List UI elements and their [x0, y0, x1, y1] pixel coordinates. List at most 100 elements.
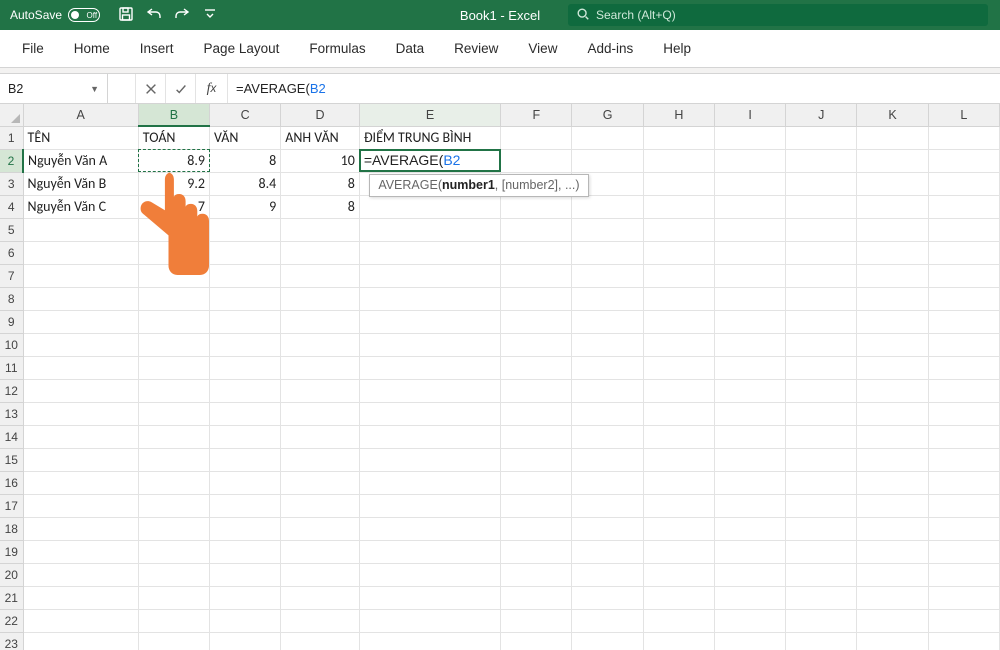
- cell-C22[interactable]: [210, 609, 281, 632]
- cell-E10[interactable]: [359, 333, 500, 356]
- cell-F2[interactable]: [501, 149, 572, 172]
- cell-C1[interactable]: VĂN: [210, 126, 281, 149]
- cell-K2[interactable]: [857, 149, 928, 172]
- cell-F9[interactable]: [501, 310, 572, 333]
- cell-J13[interactable]: [786, 402, 857, 425]
- cell-L9[interactable]: [928, 310, 999, 333]
- cell-C14[interactable]: [210, 425, 281, 448]
- row-header-9[interactable]: 9: [0, 310, 23, 333]
- cell-D9[interactable]: [281, 310, 360, 333]
- cell-H6[interactable]: [643, 241, 714, 264]
- cell-K17[interactable]: [857, 494, 928, 517]
- cell-F20[interactable]: [501, 563, 572, 586]
- cell-G11[interactable]: [572, 356, 643, 379]
- cell-F21[interactable]: [501, 586, 572, 609]
- cell-H14[interactable]: [643, 425, 714, 448]
- cell-J5[interactable]: [786, 218, 857, 241]
- cell-H16[interactable]: [643, 471, 714, 494]
- cell-A2[interactable]: Nguyễn Văn A: [23, 149, 138, 172]
- cell-C15[interactable]: [210, 448, 281, 471]
- cell-D14[interactable]: [281, 425, 360, 448]
- cell-E7[interactable]: [359, 264, 500, 287]
- row-header-1[interactable]: 1: [0, 126, 23, 149]
- cell-I1[interactable]: [714, 126, 785, 149]
- cell-L18[interactable]: [928, 517, 999, 540]
- cell-H19[interactable]: [643, 540, 714, 563]
- row-header-21[interactable]: 21: [0, 586, 23, 609]
- column-header-L[interactable]: L: [928, 104, 999, 126]
- cell-L11[interactable]: [928, 356, 999, 379]
- cell-G15[interactable]: [572, 448, 643, 471]
- cell-D12[interactable]: [281, 379, 360, 402]
- cell-A3[interactable]: Nguyễn Văn B: [23, 172, 138, 195]
- cell-E21[interactable]: [359, 586, 500, 609]
- cell-G2[interactable]: [572, 149, 643, 172]
- cell-F6[interactable]: [501, 241, 572, 264]
- cell-B6[interactable]: [138, 241, 209, 264]
- row-header-12[interactable]: 12: [0, 379, 23, 402]
- cell-K22[interactable]: [857, 609, 928, 632]
- undo-icon[interactable]: [146, 6, 162, 25]
- enter-formula-button[interactable]: [166, 74, 196, 103]
- cell-E22[interactable]: [359, 609, 500, 632]
- cell-I6[interactable]: [714, 241, 785, 264]
- cell-J1[interactable]: [786, 126, 857, 149]
- cell-A10[interactable]: [23, 333, 138, 356]
- cell-A16[interactable]: [23, 471, 138, 494]
- cell-A22[interactable]: [23, 609, 138, 632]
- cell-A4[interactable]: Nguyễn Văn C: [23, 195, 138, 218]
- cell-G7[interactable]: [572, 264, 643, 287]
- row-header-13[interactable]: 13: [0, 402, 23, 425]
- cell-H1[interactable]: [643, 126, 714, 149]
- ribbon-tab-page-layout[interactable]: Page Layout: [204, 41, 280, 56]
- cell-L1[interactable]: [928, 126, 999, 149]
- cell-A21[interactable]: [23, 586, 138, 609]
- cell-J10[interactable]: [786, 333, 857, 356]
- cell-D13[interactable]: [281, 402, 360, 425]
- chevron-down-icon[interactable]: ▼: [90, 84, 99, 94]
- cell-D3[interactable]: 8: [281, 172, 360, 195]
- cell-I21[interactable]: [714, 586, 785, 609]
- cell-E4[interactable]: [359, 195, 500, 218]
- cell-F15[interactable]: [501, 448, 572, 471]
- cell-I23[interactable]: [714, 632, 785, 650]
- column-header-K[interactable]: K: [857, 104, 928, 126]
- cell-J14[interactable]: [786, 425, 857, 448]
- cell-E1[interactable]: ĐIỂM TRUNG BÌNH: [359, 126, 500, 149]
- cell-A17[interactable]: [23, 494, 138, 517]
- cell-J15[interactable]: [786, 448, 857, 471]
- autosave-switch[interactable]: Off: [68, 8, 100, 22]
- cell-K4[interactable]: [857, 195, 928, 218]
- row-header-16[interactable]: 16: [0, 471, 23, 494]
- cell-L3[interactable]: [928, 172, 999, 195]
- cell-K19[interactable]: [857, 540, 928, 563]
- cell-K1[interactable]: [857, 126, 928, 149]
- row-header-4[interactable]: 4: [0, 195, 23, 218]
- cell-C13[interactable]: [210, 402, 281, 425]
- cell-A6[interactable]: [23, 241, 138, 264]
- cell-H3[interactable]: [643, 172, 714, 195]
- cell-B4[interactable]: 7: [138, 195, 209, 218]
- select-all-corner[interactable]: [0, 104, 23, 126]
- cell-I7[interactable]: [714, 264, 785, 287]
- cell-J3[interactable]: [786, 172, 857, 195]
- cell-L7[interactable]: [928, 264, 999, 287]
- cell-B14[interactable]: [138, 425, 209, 448]
- cell-I4[interactable]: [714, 195, 785, 218]
- cell-K3[interactable]: [857, 172, 928, 195]
- cell-H21[interactable]: [643, 586, 714, 609]
- cell-C3[interactable]: 8.4: [210, 172, 281, 195]
- cell-B15[interactable]: [138, 448, 209, 471]
- ribbon-tab-data[interactable]: Data: [396, 41, 425, 56]
- cell-K7[interactable]: [857, 264, 928, 287]
- autosave-toggle[interactable]: AutoSave Off: [0, 8, 110, 22]
- column-header-C[interactable]: C: [210, 104, 281, 126]
- cell-H8[interactable]: [643, 287, 714, 310]
- cell-E17[interactable]: [359, 494, 500, 517]
- cell-A9[interactable]: [23, 310, 138, 333]
- cell-H11[interactable]: [643, 356, 714, 379]
- cell-J9[interactable]: [786, 310, 857, 333]
- cell-F10[interactable]: [501, 333, 572, 356]
- cell-G13[interactable]: [572, 402, 643, 425]
- cell-A20[interactable]: [23, 563, 138, 586]
